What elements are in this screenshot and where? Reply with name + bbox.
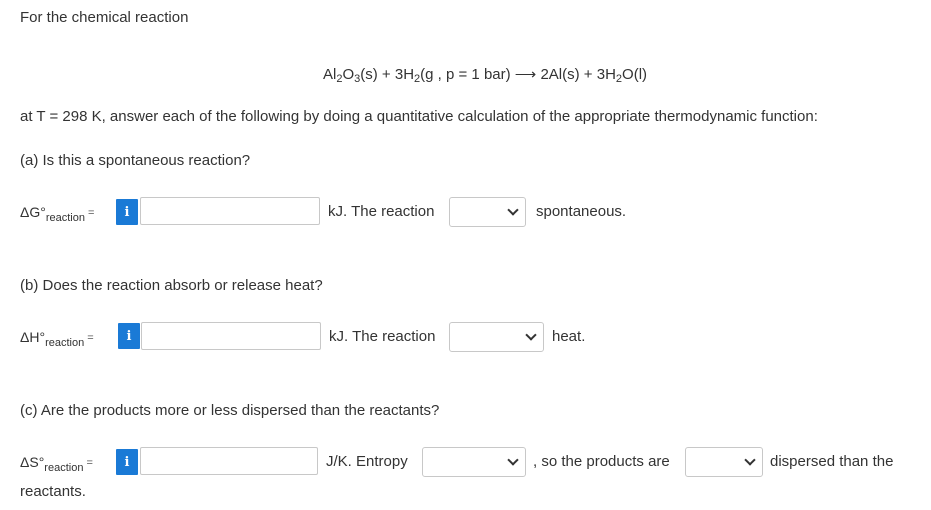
delta-g-label: ΔG°reaction = [20, 204, 95, 224]
spontaneous-suffix: spontaneous. [536, 203, 627, 220]
question-c: (c) Are the products more or less disper… [20, 402, 440, 419]
heat-suffix: heat. [552, 328, 586, 345]
chemical-equation: Al2O3(s) + 3H2(g , p = 1 bar) ⟶ 2Al(s) +… [323, 66, 648, 85]
delta-s-label: ΔS°reaction = [20, 454, 93, 474]
info-icon[interactable]: i [118, 323, 140, 349]
reactants-text: reactants. [20, 483, 86, 500]
instruction-text: at T = 298 K, answer each of the followi… [20, 108, 818, 125]
delta-h-input[interactable] [141, 322, 321, 350]
products-are-text: , so the products are [533, 453, 670, 470]
info-icon[interactable]: i [116, 199, 138, 225]
chevron-down-icon [744, 454, 756, 466]
delta-g-input[interactable] [140, 197, 320, 225]
spontaneity-select[interactable] [449, 197, 526, 227]
question-a: (a) Is this a spontaneous reaction? [20, 152, 251, 169]
delta-s-unit-text: J/K. Entropy [326, 453, 408, 470]
dispersion-select[interactable] [685, 447, 763, 477]
chevron-down-icon [525, 329, 537, 341]
question-b: (b) Does the reaction absorb or release … [20, 277, 323, 294]
info-icon[interactable]: i [116, 449, 138, 475]
delta-h-unit-text: kJ. The reaction [329, 328, 436, 345]
intro-text: For the chemical reaction [20, 9, 189, 26]
chevron-down-icon [507, 454, 519, 466]
delta-h-label: ΔH°reaction = [20, 329, 94, 349]
entropy-select[interactable] [422, 447, 526, 477]
dispersed-suffix: dispersed than the [770, 453, 894, 470]
heat-select[interactable] [449, 322, 544, 352]
delta-s-input[interactable] [140, 447, 318, 475]
chevron-down-icon [507, 204, 519, 216]
delta-g-unit-text: kJ. The reaction [328, 203, 435, 220]
